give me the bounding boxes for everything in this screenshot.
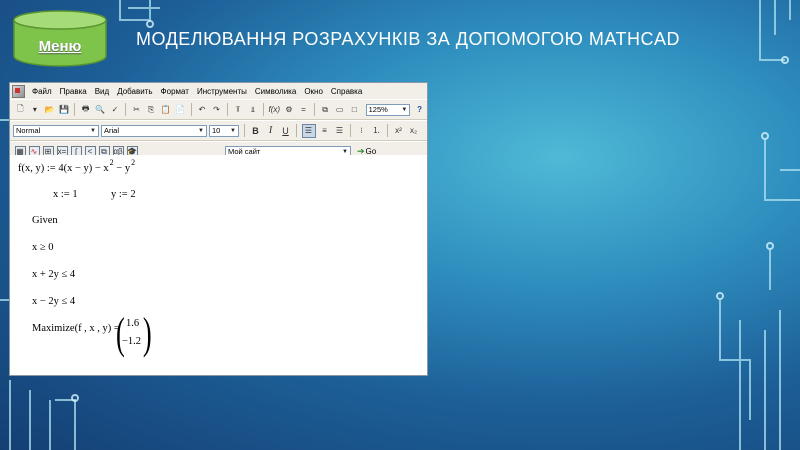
- style-value: Normal: [16, 126, 41, 135]
- print-icon[interactable]: 🖶: [80, 104, 92, 116]
- help-icon[interactable]: ?: [414, 104, 426, 116]
- constraint-2[interactable]: x + 2y ≤ 4: [32, 269, 75, 280]
- align-top-icon[interactable]: ⫪: [232, 104, 244, 116]
- function-definition-text: f(x, y) := 4(x − y) − x: [18, 163, 109, 174]
- chevron-down-icon: ▼: [401, 106, 408, 113]
- toolbar-separator: [296, 124, 297, 137]
- result-value-2: −1.2: [122, 336, 142, 347]
- superscript-icon[interactable]: x²: [393, 125, 405, 137]
- open-folder-icon[interactable]: 📂: [44, 104, 56, 116]
- paste-icon[interactable]: 📋: [160, 104, 172, 116]
- dropdown-arrow-icon[interactable]: ▾: [29, 104, 41, 116]
- insert-function-icon[interactable]: f(x): [268, 104, 281, 116]
- toolbar-separator: [263, 103, 264, 116]
- font-value: Arial: [104, 126, 120, 135]
- font-size-value: 10: [212, 126, 221, 135]
- toolbar-separator: [313, 103, 315, 116]
- numbering-icon[interactable]: ⒈: [371, 125, 383, 137]
- menu-tools[interactable]: Инструменты: [193, 87, 251, 96]
- mathcad-window: Файл Правка Вид Добавить Формат Инструме…: [9, 82, 428, 376]
- menu-file[interactable]: Файл: [28, 87, 56, 96]
- toolbar-separator: [244, 124, 245, 137]
- style-select[interactable]: Normal ▼: [13, 124, 99, 137]
- bullets-icon[interactable]: ⁝: [356, 125, 368, 137]
- paste-special-icon[interactable]: 📄: [175, 104, 187, 116]
- toolbar-separator: [125, 103, 127, 116]
- menu-bar: Файл Правка Вид Добавить Формат Инструме…: [10, 83, 427, 99]
- slide-title: МОДЕЛЮВАННЯ РОЗРАХУНКІВ ЗА ДОПОМОГОЮ MAT…: [136, 29, 681, 49]
- exponent: 2: [131, 158, 136, 167]
- menu-format[interactable]: Формат: [157, 87, 193, 96]
- standard-toolbar: 🗋 ▾ 📂 💾 🖶 🔍 ✓ ✂ ⎘ 📋 📄 ↶ ↷ ⫪ ⫫ f(x) ⚙ = ⧉…: [10, 99, 427, 120]
- worksheet[interactable]: f(x, y) := 4(x − y) − x2 − y2 x := 1 y :…: [10, 155, 427, 375]
- bold-icon[interactable]: B: [250, 125, 262, 137]
- result-vector: ( 1.6 −1.2 ): [116, 309, 152, 358]
- exponent: 2: [109, 158, 114, 167]
- function-definition-text: − y: [113, 163, 131, 174]
- maximize-expression[interactable]: Maximize(f , x , y) =: [32, 323, 120, 334]
- insert-component-icon[interactable]: ⧉: [319, 104, 331, 116]
- zoom-select[interactable]: 125% ▼: [365, 103, 411, 116]
- save-icon[interactable]: 💾: [58, 104, 70, 116]
- calculate-icon[interactable]: =: [298, 104, 310, 116]
- chevron-down-icon: ▼: [90, 127, 96, 134]
- toolbar-separator: [387, 124, 388, 137]
- chevron-down-icon: ▼: [230, 127, 236, 134]
- font-size-select[interactable]: 10 ▼: [209, 124, 239, 137]
- subscript-icon[interactable]: x₂: [408, 125, 420, 137]
- chevron-down-icon: ▼: [198, 127, 204, 134]
- toolbar-separator: [74, 103, 76, 116]
- formatting-toolbar: Normal ▼ Arial ▼ 10 ▼ B I U ☰ ≡ ☰ ⁝ ⒈ x²…: [10, 120, 427, 141]
- align-center-icon[interactable]: ≡: [319, 125, 331, 137]
- zoom-value: 125%: [368, 105, 388, 114]
- x-assignment[interactable]: x := 1: [53, 189, 78, 200]
- result-value-1: 1.6: [126, 318, 140, 329]
- font-select[interactable]: Arial ▼: [101, 124, 207, 137]
- print-preview-icon[interactable]: 🔍: [95, 104, 107, 116]
- right-paren: ): [143, 309, 152, 358]
- resource-center-icon[interactable]: ▭: [334, 104, 346, 116]
- constraint-1[interactable]: x ≥ 0: [32, 242, 54, 253]
- toolbar-separator: [350, 124, 351, 137]
- left-paren: (: [116, 309, 125, 358]
- menu-symbolics[interactable]: Символика: [251, 87, 300, 96]
- y-assignment[interactable]: y := 2: [111, 189, 136, 200]
- menu-button[interactable]: Меню: [10, 10, 110, 68]
- given-keyword[interactable]: Given: [32, 215, 58, 226]
- undo-icon[interactable]: ↶: [196, 104, 208, 116]
- align-right-icon[interactable]: ☰: [334, 125, 346, 137]
- copy-icon[interactable]: ⎘: [145, 104, 157, 116]
- align-left-icon[interactable]: ☰: [301, 123, 316, 138]
- menu-view[interactable]: Вид: [91, 87, 113, 96]
- spell-check-icon[interactable]: ✓: [109, 104, 121, 116]
- align-bottom-icon[interactable]: ⫫: [247, 104, 259, 116]
- chevron-down-icon: ▼: [342, 148, 348, 155]
- menu-edit[interactable]: Правка: [56, 87, 91, 96]
- underline-icon[interactable]: U: [280, 125, 292, 137]
- constraint-3[interactable]: x − 2y ≤ 4: [32, 296, 75, 307]
- toolbar-separator: [190, 103, 192, 116]
- menu-window[interactable]: Окно: [300, 87, 327, 96]
- redo-icon[interactable]: ↷: [211, 104, 223, 116]
- insert-unit-icon[interactable]: ⚙: [283, 104, 295, 116]
- cut-icon[interactable]: ✂: [131, 104, 143, 116]
- italic-icon[interactable]: I: [265, 125, 277, 137]
- menu-button-label: Меню: [38, 38, 82, 55]
- menu-help[interactable]: Справка: [327, 87, 366, 96]
- function-definition[interactable]: f(x, y) := 4(x − y) − x2 − y2: [18, 158, 135, 174]
- toolbar-separator: [226, 103, 228, 116]
- menu-insert[interactable]: Добавить: [113, 87, 156, 96]
- window-icon[interactable]: □: [349, 104, 361, 116]
- new-document-icon[interactable]: 🗋: [15, 104, 27, 116]
- mathcad-app-icon[interactable]: [12, 84, 25, 98]
